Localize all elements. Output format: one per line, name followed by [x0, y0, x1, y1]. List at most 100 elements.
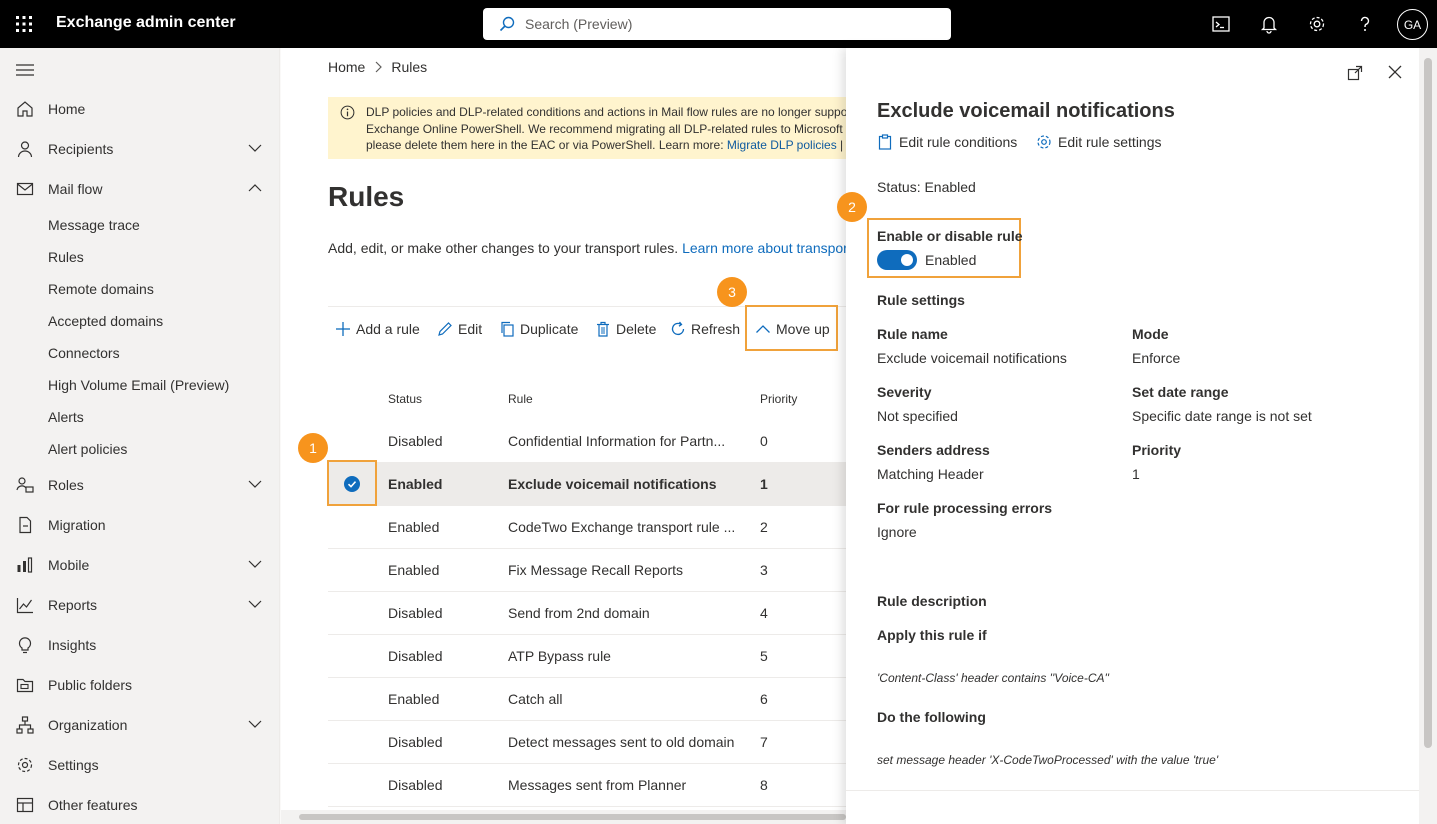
terminal-icon[interactable]: [1211, 14, 1231, 34]
top-bar: Exchange admin center GA: [0, 0, 1437, 48]
bell-icon[interactable]: [1259, 14, 1279, 34]
priority-label: Priority: [1132, 442, 1182, 458]
do-the-following-label: Do the following: [877, 709, 986, 725]
nav-item-recipients[interactable]: Recipients: [0, 131, 280, 167]
step-badge-1: 1: [298, 433, 328, 463]
app-title[interactable]: Exchange admin center: [56, 14, 236, 32]
learn-more-link[interactable]: Learn more about transpor: [682, 240, 848, 256]
nav-subitem-rules[interactable]: Rules: [48, 249, 84, 265]
nav-item-mobile[interactable]: Mobile: [0, 547, 280, 583]
chevron-down-icon[interactable]: [248, 719, 262, 729]
nav-item-home[interactable]: Home: [0, 91, 280, 127]
page-title: Rules: [328, 181, 405, 212]
nav-subitem-remote-domains[interactable]: Remote domains: [48, 281, 154, 297]
app-launcher-icon[interactable]: [14, 14, 34, 34]
senders-address-label: Senders address: [877, 442, 990, 458]
enable-rule-toggle[interactable]: [877, 250, 917, 270]
trash-icon: [597, 321, 609, 337]
close-icon[interactable]: [1388, 65, 1402, 79]
nav-item-insights[interactable]: Insights: [0, 627, 280, 663]
nav-subitem-connectors[interactable]: Connectors: [48, 345, 120, 361]
toggle-state-label: Enabled: [925, 252, 977, 268]
processing-errors-label: For rule processing errors: [877, 500, 1053, 516]
grid-icon: [16, 797, 34, 813]
step-badge-2: 2: [837, 192, 867, 222]
horizontal-scrollbar[interactable]: [281, 810, 846, 824]
gear-icon[interactable]: [1307, 14, 1327, 34]
plus-icon: [336, 322, 350, 336]
nav-item-settings[interactable]: Settings: [0, 747, 280, 783]
search-icon: [499, 16, 515, 32]
nav-subitem-accepted-domains[interactable]: Accepted domains: [48, 313, 163, 329]
nav-subitem-alerts[interactable]: Alerts: [48, 409, 84, 425]
search-input[interactable]: [525, 8, 935, 40]
table-row[interactable]: Enabled Catch all 6: [328, 678, 846, 721]
nav-item-other-features[interactable]: Other features: [0, 787, 280, 823]
processing-errors-value: Ignore: [877, 524, 917, 540]
nav-item-reports[interactable]: Reports: [0, 587, 280, 623]
nav-item-migration[interactable]: Migration: [0, 507, 280, 543]
toggle-knob: [901, 254, 913, 266]
help-icon[interactable]: [1355, 14, 1375, 34]
migrate-dlp-link[interactable]: Migrate DLP policies: [727, 138, 837, 152]
rule-settings-heading: Rule settings: [877, 292, 965, 308]
column-header-priority[interactable]: Priority: [760, 392, 797, 406]
rule-condition-text: 'Content-Class' header contains ''Voice-…: [877, 671, 1110, 685]
rule-name-label: Rule name: [877, 326, 948, 342]
table-row[interactable]: Disabled ATP Bypass rule 5: [328, 635, 846, 678]
scrollbar-thumb[interactable]: [299, 814, 846, 820]
table-row[interactable]: Disabled Messages sent from Planner 8: [328, 764, 846, 807]
folder-icon: [16, 678, 34, 693]
chevron-down-icon[interactable]: [248, 599, 262, 609]
lightbulb-icon: [18, 637, 32, 654]
pencil-icon: [438, 322, 452, 336]
gear-icon: [1037, 135, 1051, 149]
nav-item-public-folders[interactable]: Public folders: [0, 667, 280, 703]
column-header-status[interactable]: Status: [388, 392, 422, 406]
edit-rule-conditions-button[interactable]: Edit rule conditions: [877, 134, 1017, 150]
chevron-down-icon[interactable]: [248, 479, 262, 489]
copy-icon: [501, 321, 514, 337]
nav-item-roles[interactable]: Roles: [0, 467, 280, 503]
duplicate-button[interactable]: Duplicate: [499, 321, 578, 337]
table-row[interactable]: Enabled Fix Message Recall Reports 3: [328, 549, 846, 592]
breadcrumb-home[interactable]: Home: [328, 59, 365, 75]
status-text: Status: Enabled: [877, 179, 976, 195]
org-icon: [16, 716, 34, 734]
popout-icon[interactable]: [1347, 65, 1363, 81]
mode-label: Mode: [1132, 326, 1169, 342]
nav-subitem-high-volume-email[interactable]: High Volume Email (Preview): [48, 377, 229, 393]
vertical-scrollbar[interactable]: [1419, 48, 1437, 824]
edit-rule-settings-button[interactable]: Edit rule settings: [1036, 134, 1162, 150]
avatar[interactable]: GA: [1397, 9, 1428, 40]
rule-action-text: set message header 'X-CodeTwoProcessed' …: [877, 753, 1219, 767]
scrollbar-thumb[interactable]: [1424, 58, 1432, 748]
refresh-button[interactable]: Refresh: [670, 321, 740, 337]
severity-label: Severity: [877, 384, 932, 400]
table-row[interactable]: Enabled CodeTwo Exchange transport rule …: [328, 506, 846, 549]
hamburger-icon[interactable]: [16, 62, 34, 78]
chevron-right-icon: [375, 61, 383, 73]
table-row[interactable]: Disabled Detect messages sent to old dom…: [328, 721, 846, 764]
edit-button[interactable]: Edit: [437, 321, 482, 337]
nav-subitem-alert-policies[interactable]: Alert policies: [48, 441, 127, 457]
table-row[interactable]: Disabled Confidential Information for Pa…: [328, 420, 846, 463]
apply-rule-if-label: Apply this rule if: [877, 627, 987, 643]
severity-value: Not specified: [877, 408, 958, 424]
nav-item-organization[interactable]: Organization: [0, 707, 280, 743]
chevron-up-icon[interactable]: [248, 183, 262, 193]
search-box[interactable]: [483, 8, 951, 40]
table-row[interactable]: Disabled Send from 2nd domain 4: [328, 592, 846, 635]
table-row-selected[interactable]: Enabled Exclude voicemail notifications …: [328, 463, 846, 506]
add-rule-button[interactable]: Add a rule: [335, 321, 420, 337]
left-nav: Home Recipients Mail flow Message trace …: [0, 48, 280, 824]
column-header-rule[interactable]: Rule: [508, 392, 533, 406]
chevron-down-icon[interactable]: [248, 559, 262, 569]
chevron-down-icon[interactable]: [248, 143, 262, 153]
roles-icon: [16, 477, 34, 493]
delete-button[interactable]: Delete: [595, 321, 656, 337]
nav-item-mail-flow[interactable]: Mail flow: [0, 171, 280, 207]
nav-subitem-message-trace[interactable]: Message trace: [48, 217, 140, 233]
gear-icon: [17, 757, 33, 773]
clipboard-icon: [878, 134, 892, 150]
